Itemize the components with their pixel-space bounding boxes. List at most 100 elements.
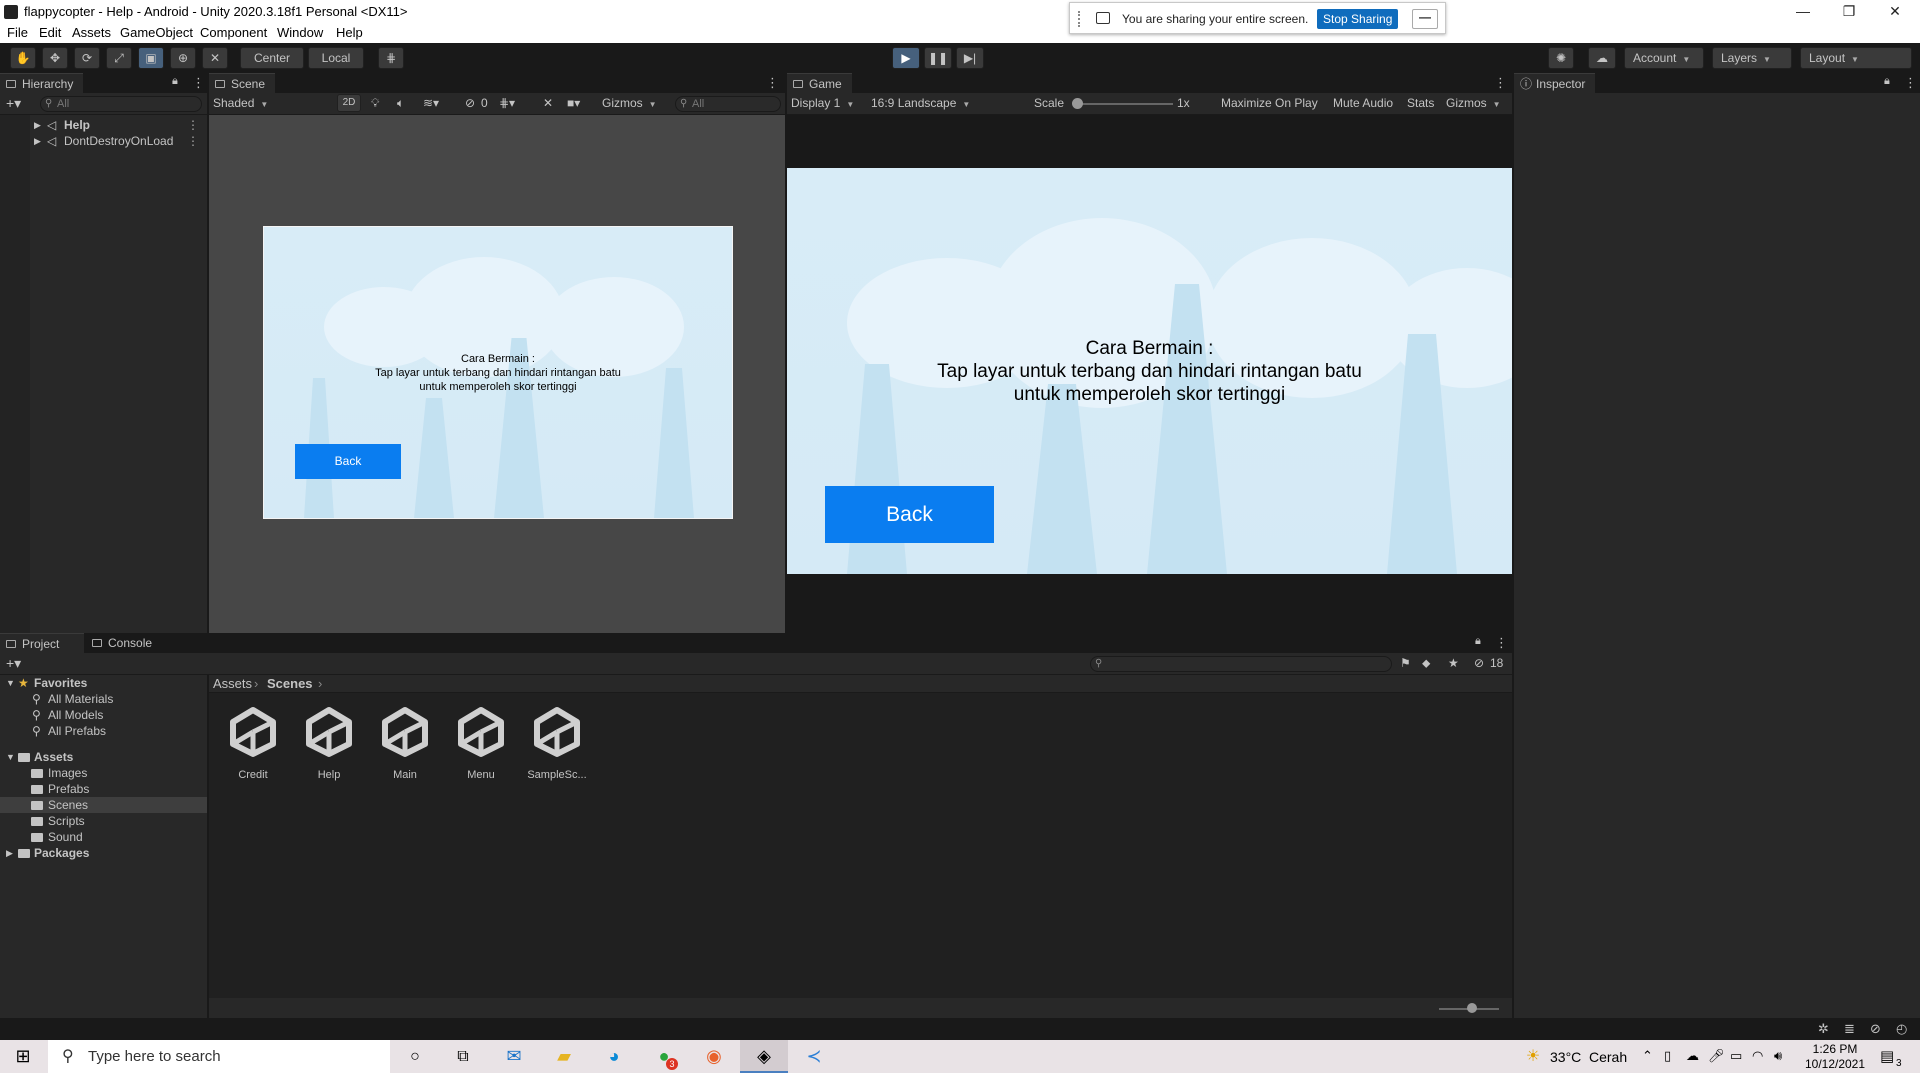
menu-gameobject[interactable]: GameObject — [120, 25, 193, 40]
task-view-icon[interactable]: ⧉ — [442, 1040, 484, 1073]
custom-tool-icon[interactable]: ✕ — [202, 47, 228, 69]
asset-scene-main[interactable]: Main — [371, 706, 439, 781]
hand-tool-icon[interactable]: ✋ — [10, 47, 36, 69]
tools-icon[interactable]: ✕ — [543, 96, 553, 110]
audio-icon[interactable]: 🔈︎ — [397, 96, 404, 111]
layers-dropdown[interactable]: Layers — [1712, 47, 1792, 69]
tab-hierarchy[interactable]: Hierarchy — [0, 73, 84, 93]
clock-date[interactable]: 10/12/2021 — [1803, 1057, 1867, 1071]
weather-text[interactable]: Cerah — [1589, 1049, 1627, 1065]
pivot-local-toggle[interactable]: Local — [308, 47, 364, 69]
clock-time[interactable]: 1:26 PM — [1805, 1042, 1865, 1056]
drag-handle-icon[interactable] — [1078, 11, 1081, 27]
maximize-on-play-toggle[interactable]: Maximize On Play — [1221, 96, 1318, 110]
hierarchy-search-input[interactable]: All — [40, 96, 202, 112]
hidden-packages-icon[interactable]: ⊘ — [1474, 656, 1484, 670]
pivot-center-toggle[interactable]: Center — [240, 47, 304, 69]
camera-icon[interactable]: ■▾ — [567, 96, 580, 110]
microphone-icon[interactable]: 🎤︎ — [1708, 1048, 1725, 1064]
stats-toggle[interactable]: Stats — [1407, 96, 1434, 110]
scene-gizmos-dropdown[interactable]: Gizmos — [602, 96, 657, 110]
search-by-label-icon[interactable]: ⬥ — [1422, 656, 1430, 671]
icon-size-slider-thumb[interactable] — [1467, 1003, 1477, 1013]
tree-assets[interactable]: ▼ Assets — [0, 749, 207, 765]
scale-tool-icon[interactable]: ⤢ — [106, 47, 132, 69]
tree-favorite-item[interactable]: ⚲ All Models — [0, 707, 207, 723]
notifications-icon[interactable]: ▤ — [1880, 1047, 1894, 1065]
panel-menu-icon[interactable]: ⋮ — [766, 75, 779, 91]
weather-icon[interactable]: ☀ — [1520, 1040, 1546, 1073]
minimize-button[interactable]: — — [1780, 0, 1826, 24]
asset-scene-menu[interactable]: Menu — [447, 706, 515, 781]
lock-icon[interactable]: 🔒︎ — [1884, 75, 1890, 88]
volume-icon[interactable]: 🔊︎ — [1774, 1048, 1782, 1064]
tree-folder-scripts[interactable]: Scripts — [0, 813, 207, 829]
device-icon[interactable]: ▯ — [1664, 1048, 1671, 1064]
aspect-ratio-dropdown[interactable]: 16:9 Landscape — [871, 96, 1027, 110]
panel-menu-icon[interactable]: ⋮ — [1495, 635, 1508, 651]
whatsapp-icon[interactable]: ● 3 — [640, 1040, 688, 1073]
close-button[interactable]: ✕ — [1872, 0, 1918, 24]
stop-sharing-button[interactable]: Stop Sharing — [1317, 9, 1399, 29]
tree-folder-images[interactable]: Images — [0, 765, 207, 781]
search-by-type-icon[interactable]: ⚑ — [1400, 656, 1411, 670]
hierarchy-item-help[interactable]: ▶ ◁ Help ⋮ — [0, 117, 207, 133]
game-gizmos-dropdown[interactable]: Gizmos — [1446, 96, 1501, 110]
progress-icon[interactable]: ◴ — [1896, 1021, 1907, 1037]
scale-slider[interactable] — [1077, 103, 1173, 105]
tab-console[interactable]: Console — [86, 633, 170, 653]
tree-favorites[interactable]: ▼ ★ Favorites — [0, 675, 207, 691]
menu-file[interactable]: File — [7, 25, 28, 40]
grid-snap-icon[interactable]: ⋕ — [378, 47, 404, 69]
chevron-up-icon[interactable]: ⌃ — [1642, 1048, 1653, 1064]
scene-view-canvas[interactable]: Cara Bermain : Tap layar untuk terbang d… — [263, 226, 733, 519]
taskbar-search-input[interactable]: ⚲ Type here to search — [48, 1040, 390, 1073]
scene-search-input[interactable]: All — [675, 96, 781, 112]
lock-icon[interactable]: 🔒︎ — [1475, 635, 1481, 648]
unity-taskbar-icon[interactable]: ◈ — [740, 1040, 788, 1073]
pause-button[interactable]: ❚❚ — [924, 47, 952, 69]
menu-assets[interactable]: Assets — [72, 25, 111, 40]
panel-menu-icon[interactable]: ⋮ — [192, 75, 205, 91]
display-dropdown[interactable]: Display 1 — [791, 96, 854, 110]
scale-slider-thumb[interactable] — [1072, 98, 1083, 109]
favorites-star-icon[interactable]: ★ — [1448, 656, 1459, 670]
asset-scene-credit[interactable]: Credit — [219, 706, 287, 781]
file-explorer-icon[interactable]: ▰ — [540, 1040, 588, 1073]
debug-icon[interactable]: ✲ — [1818, 1021, 1829, 1037]
item-menu-icon[interactable]: ⋮ — [187, 133, 199, 149]
move-tool-icon[interactable]: ✥ — [42, 47, 68, 69]
vscode-icon[interactable]: ≺ — [790, 1040, 838, 1073]
menu-component[interactable]: Component — [200, 25, 267, 40]
tab-project[interactable]: Project — [0, 633, 84, 653]
account-dropdown[interactable]: Account — [1624, 47, 1704, 69]
asset-scene-help[interactable]: Help — [295, 706, 363, 781]
breadcrumb-assets[interactable]: Assets — [213, 676, 252, 691]
mail-icon[interactable]: ✉ — [490, 1040, 538, 1073]
windows-start-icon[interactable]: ⊞ — [0, 1040, 46, 1073]
item-menu-icon[interactable]: ⋮ — [187, 117, 199, 133]
lock-icon[interactable]: 🔒︎ — [172, 75, 178, 88]
edge-icon[interactable]: ◕ — [590, 1040, 638, 1073]
2d-mode-toggle[interactable]: 2D — [337, 94, 361, 112]
menu-help[interactable]: Help — [336, 25, 363, 40]
cache-icon[interactable]: ≣ — [1844, 1021, 1855, 1037]
tree-favorite-item[interactable]: ⚲ All Materials — [0, 691, 207, 707]
effects-icon[interactable]: ≋▾ — [423, 96, 439, 110]
tree-folder-sound[interactable]: Sound — [0, 829, 207, 845]
hidden-objects-icon[interactable]: ⊘ — [465, 96, 475, 110]
weather-temp[interactable]: 33°C — [1550, 1049, 1581, 1065]
rect-tool-icon[interactable]: ▣ — [138, 47, 164, 69]
cortana-icon[interactable]: ○ — [394, 1040, 436, 1073]
cloud-icon[interactable]: ☁ — [1588, 47, 1616, 69]
menu-edit[interactable]: Edit — [39, 25, 61, 40]
create-plus-icon[interactable]: +▾ — [6, 655, 21, 672]
tree-folder-prefabs[interactable]: Prefabs — [0, 781, 207, 797]
rotate-tool-icon[interactable]: ⟳ — [74, 47, 100, 69]
maximize-button[interactable]: ❐ — [1826, 0, 1872, 24]
hierarchy-item-dontdestroyonload[interactable]: ▶ ◁ DontDestroyOnLoad ⋮ — [0, 133, 207, 149]
tree-packages[interactable]: ▶ Packages — [0, 845, 207, 861]
grid-toggle-icon[interactable]: ⋕▾ — [499, 96, 515, 110]
mute-audio-toggle[interactable]: Mute Audio — [1333, 96, 1393, 110]
lighting-icon[interactable]: 💡︎ — [371, 96, 379, 111]
